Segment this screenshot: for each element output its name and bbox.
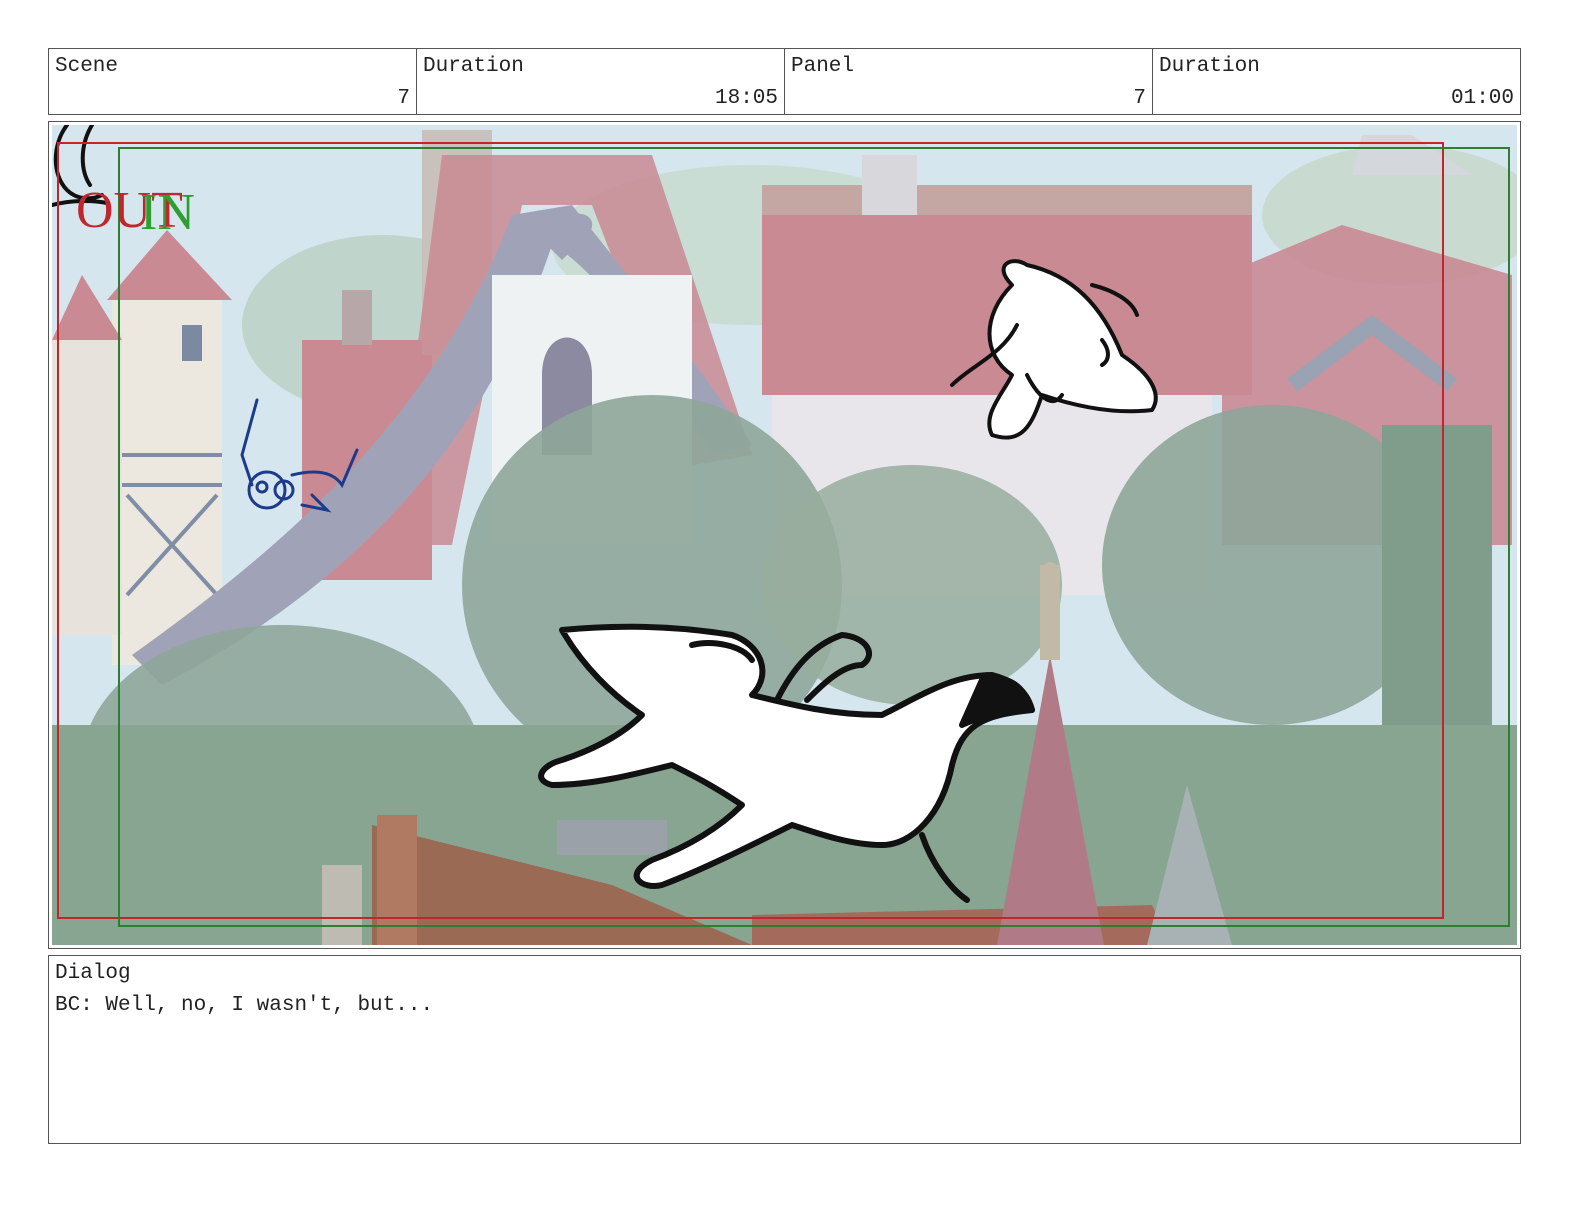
panel-artwork: OUT IN [52,125,1517,945]
scene-duration-value: 18:05 [714,87,778,110]
panel-cell: Panel 7 [785,49,1153,114]
scene-cell: Scene 7 [49,49,417,114]
scene-number: 7 [397,87,410,110]
scene-label: Scene [55,55,119,78]
dialog-label: Dialog [55,962,131,985]
storyboard-panel: OUT IN [48,121,1521,949]
storyboard-header: Scene 7 Duration 18:05 Panel 7 Duration … [48,48,1521,115]
left-house [52,230,232,665]
dialog-box: Dialog BC: Well, no, I wasn't, but... [48,955,1521,1144]
scene-duration-label: Duration [423,55,524,78]
dialog-line: BC: Well, no, I wasn't, but... [55,994,434,1017]
panel-duration-label: Duration [1159,55,1260,78]
panel-label: Panel [791,55,855,78]
panel-duration-value: 01:00 [1450,87,1514,110]
scene-duration-cell: Duration 18:05 [417,49,785,114]
in-frame-label: IN [140,184,195,241]
panel-duration-cell: Duration 01:00 [1153,49,1520,114]
panel-number: 7 [1133,87,1146,110]
